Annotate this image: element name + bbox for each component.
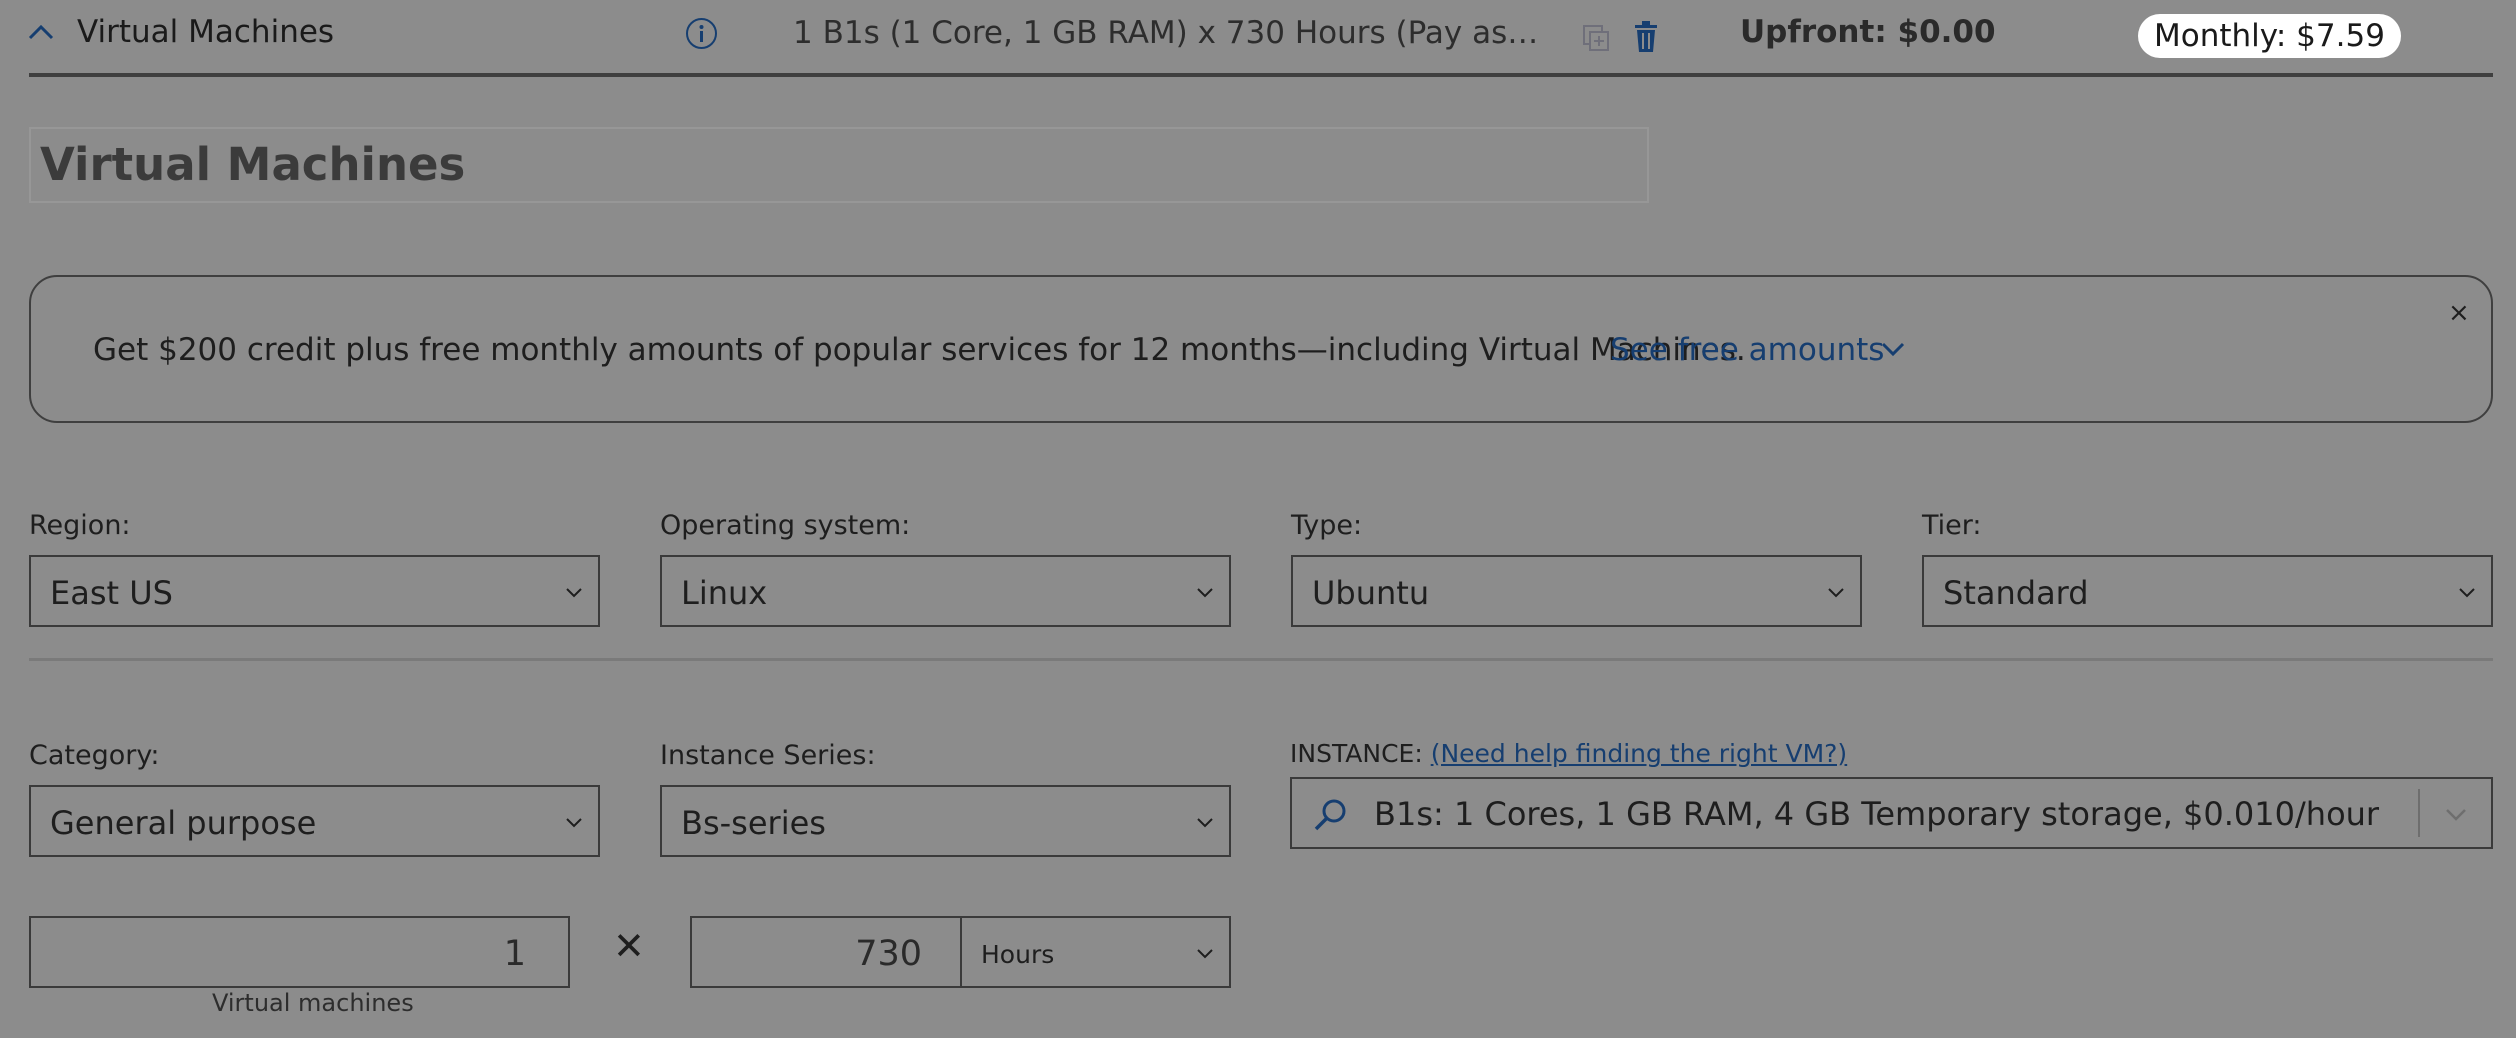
- vm-help-link[interactable]: (Need help finding the right VM?): [1431, 739, 1847, 768]
- section-title: Virtual Machines: [40, 138, 466, 191]
- close-icon[interactable]: ×: [2448, 298, 2470, 328]
- header-title[interactable]: Virtual Machines: [77, 14, 334, 50]
- chevron-down-icon: [1197, 588, 1213, 598]
- estimate-summary: 1 B1s (1 Core, 1 GB RAM) x 730 Hours (Pa…: [793, 15, 1543, 51]
- vm-count-input[interactable]: 1: [29, 916, 570, 988]
- vm-count-caption: Virtual machines: [212, 989, 414, 1017]
- header-divider: [29, 73, 2493, 77]
- chevron-down-icon: [1828, 588, 1844, 598]
- chevron-down-icon: [1197, 949, 1213, 959]
- type-label: Type:: [1291, 510, 1363, 541]
- chevron-up-icon[interactable]: [26, 18, 56, 48]
- category-select[interactable]: General purpose: [29, 785, 600, 857]
- copy-icon[interactable]: [1580, 22, 1612, 54]
- category-value: General purpose: [50, 804, 317, 842]
- instance-label: INSTANCE: (Need help finding the right V…: [1290, 739, 1847, 768]
- chevron-down-icon[interactable]: [1878, 334, 1908, 364]
- region-value: East US: [50, 574, 173, 612]
- upfront-cost: Upfront: $0.00: [1740, 14, 1996, 50]
- type-value: Ubuntu: [1312, 574, 1430, 612]
- see-free-amounts-link[interactable]: See free amounts: [1610, 332, 1884, 368]
- search-icon: [1314, 799, 1346, 831]
- type-select[interactable]: Ubuntu: [1291, 555, 1862, 627]
- series-value: Bs-series: [681, 804, 826, 842]
- region-select[interactable]: East US: [29, 555, 600, 627]
- tier-label: Tier:: [1922, 510, 1982, 541]
- tier-select[interactable]: Standard: [1922, 555, 2493, 627]
- tier-value: Standard: [1943, 574, 2089, 612]
- monthly-cost: Monthly: $7.59: [2138, 14, 2401, 58]
- hours-input[interactable]: 730: [690, 916, 962, 988]
- vm-count-value: 1: [503, 934, 526, 974]
- series-label: Instance Series:: [660, 740, 876, 771]
- chevron-down-icon[interactable]: [2442, 801, 2470, 829]
- category-label: Category:: [29, 740, 160, 771]
- section-divider: [29, 658, 2493, 661]
- multiply-icon: ✕: [613, 924, 645, 968]
- region-label: Region:: [29, 510, 131, 541]
- chevron-down-icon: [2459, 588, 2475, 598]
- hours-unit-value: Hours: [981, 940, 1055, 969]
- instance-value: B1s: 1 Cores, 1 GB RAM, 4 GB Temporary s…: [1374, 795, 2380, 833]
- os-value: Linux: [681, 574, 768, 612]
- series-select[interactable]: Bs-series: [660, 785, 1231, 857]
- instance-combobox[interactable]: B1s: 1 Cores, 1 GB RAM, 4 GB Temporary s…: [1290, 777, 2493, 849]
- chevron-down-icon: [566, 818, 582, 828]
- hours-unit-select[interactable]: Hours: [961, 916, 1231, 988]
- info-icon[interactable]: [685, 17, 718, 50]
- instance-label-text: INSTANCE:: [1290, 739, 1423, 768]
- chevron-down-icon: [1197, 818, 1213, 828]
- banner-text: Get $200 credit plus free monthly amount…: [93, 332, 1746, 368]
- hours-value: 730: [855, 934, 922, 974]
- os-label: Operating system:: [660, 510, 911, 541]
- os-select[interactable]: Linux: [660, 555, 1231, 627]
- chevron-down-icon: [566, 588, 582, 598]
- trash-icon[interactable]: [1630, 20, 1662, 54]
- instance-separator: [2418, 789, 2420, 837]
